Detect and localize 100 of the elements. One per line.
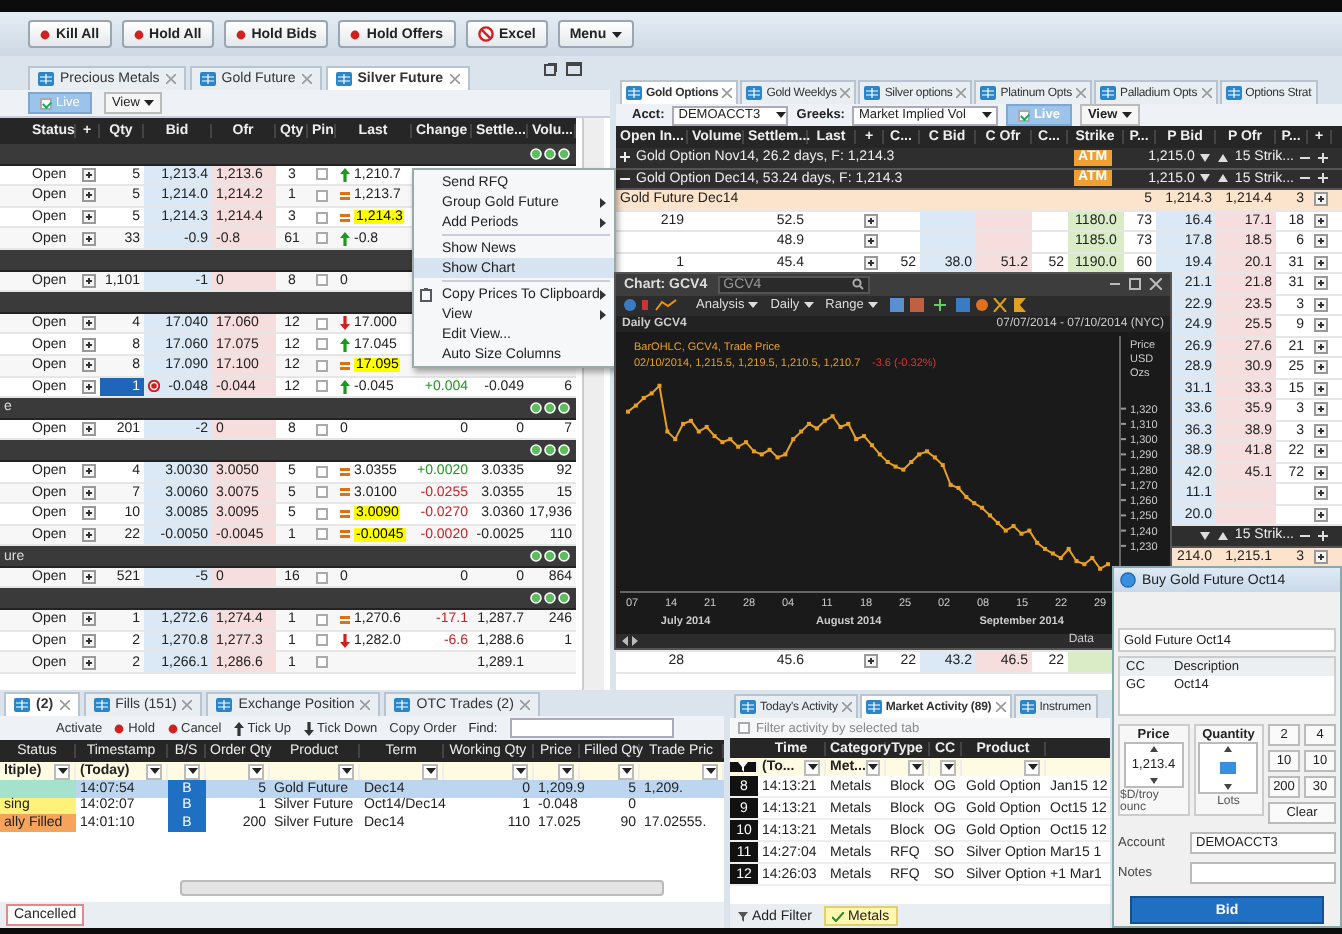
plus-icon[interactable] [1313, 486, 1327, 501]
status-dots-icon[interactable] [530, 401, 570, 414]
plus-icon[interactable] [863, 234, 877, 249]
restore-icon[interactable] [542, 62, 558, 76]
collapse-icon[interactable] [620, 173, 630, 184]
plus-icon[interactable] [1313, 339, 1327, 354]
pin-checkbox[interactable] [316, 613, 328, 626]
close-icon[interactable] [449, 74, 460, 84]
scrollbar[interactable] [180, 880, 664, 896]
plus-icon[interactable] [81, 337, 95, 352]
pin-checkbox[interactable] [316, 423, 328, 436]
plus-icon[interactable] [1313, 318, 1327, 333]
pin-checkbox[interactable] [316, 168, 328, 181]
plus-icon[interactable] [1313, 381, 1327, 396]
plus-icon[interactable] [1313, 465, 1327, 480]
pin-checkbox[interactable] [316, 338, 328, 351]
plus-icon[interactable] [81, 485, 95, 500]
find-field[interactable] [509, 718, 674, 738]
plus-icon[interactable] [81, 188, 95, 203]
plus-icon[interactable] [81, 612, 95, 627]
pin-checkbox[interactable] [316, 274, 328, 287]
plus-icon[interactable] [863, 654, 877, 669]
filter-dropdown[interactable] [146, 763, 162, 779]
plus-icon[interactable] [863, 213, 877, 228]
minus-plus-icon[interactable] [1300, 529, 1328, 542]
plus-icon[interactable] [1313, 297, 1327, 312]
plus-icon[interactable] [81, 358, 95, 373]
filter-dropdown[interactable] [338, 763, 354, 779]
funnel-icon[interactable] [738, 762, 748, 772]
pin-checkbox[interactable] [316, 232, 328, 245]
pin-checkbox[interactable] [316, 528, 328, 541]
plus-icon[interactable] [81, 316, 95, 331]
down-arrow-icon[interactable] [1224, 784, 1233, 790]
pin-checkbox[interactable] [316, 634, 328, 647]
plus-icon[interactable] [81, 506, 95, 521]
plus-icon[interactable] [1313, 402, 1327, 417]
notes-field[interactable] [1190, 862, 1336, 884]
pin-checkbox[interactable] [316, 317, 328, 330]
close-icon[interactable] [722, 88, 733, 98]
status-dots-icon[interactable] [530, 444, 570, 457]
plus-icon[interactable] [81, 422, 95, 437]
plus-icon[interactable] [81, 231, 95, 246]
status-dots-icon[interactable] [530, 147, 570, 160]
minus-plus-icon[interactable] [1300, 172, 1328, 185]
plus-icon[interactable] [81, 633, 95, 648]
plus-icon[interactable] [1313, 255, 1327, 270]
plus-icon[interactable] [1313, 192, 1327, 207]
plus-icon[interactable] [1313, 423, 1327, 438]
filter-dropdown[interactable] [804, 759, 820, 775]
down-up-arrows-icon[interactable] [1200, 151, 1229, 164]
filter-dropdown[interactable] [512, 763, 528, 779]
filter-dropdown[interactable] [865, 759, 880, 775]
pin-checkbox[interactable] [316, 507, 328, 520]
filter-dropdown[interactable] [558, 763, 574, 779]
search-icon[interactable] [851, 278, 864, 291]
plus-icon[interactable] [81, 167, 95, 182]
status-dots-icon[interactable] [530, 592, 570, 605]
filter-dropdown[interactable] [908, 759, 924, 775]
window-controls-icon[interactable] [1110, 278, 1162, 291]
pin-checkbox[interactable] [316, 571, 328, 584]
pin-checkbox[interactable] [316, 359, 328, 372]
pin-checkbox[interactable] [316, 486, 328, 499]
plus-icon[interactable] [1313, 360, 1327, 375]
plus-icon[interactable] [81, 210, 95, 225]
filter-dropdown[interactable] [184, 763, 200, 779]
quantity-value-box[interactable] [1220, 762, 1237, 774]
maximize-icon[interactable] [566, 62, 582, 76]
close-icon[interactable] [59, 700, 70, 710]
scroll-left-icon[interactable] [622, 635, 638, 646]
plus-icon[interactable] [81, 655, 95, 670]
pin-checkbox[interactable] [316, 189, 328, 202]
status-dots-icon[interactable] [530, 550, 570, 563]
filter-dropdown[interactable] [940, 759, 956, 775]
plus-icon[interactable] [81, 379, 95, 394]
down-up-arrows-icon[interactable] [1200, 172, 1229, 185]
plus-icon[interactable] [1313, 444, 1327, 459]
plus-icon[interactable] [1313, 276, 1327, 291]
pin-checkbox[interactable] [316, 656, 328, 669]
up-arrow-icon[interactable] [1224, 746, 1233, 752]
filter-dropdown[interactable] [702, 763, 718, 779]
plus-icon[interactable] [81, 527, 95, 542]
down-arrow-icon[interactable] [1149, 778, 1158, 784]
up-arrow-icon[interactable] [1149, 746, 1158, 752]
plus-icon[interactable] [1313, 507, 1327, 522]
plus-icon[interactable] [81, 570, 95, 585]
pin-checkbox[interactable] [316, 465, 328, 478]
pin-checkbox[interactable] [316, 380, 328, 393]
minus-plus-icon[interactable] [1300, 151, 1328, 164]
plus-icon[interactable] [81, 273, 95, 288]
filter-dropdown[interactable] [54, 763, 70, 779]
expand-icon[interactable] [620, 152, 630, 163]
plus-icon[interactable] [81, 464, 95, 479]
filter-checkbox[interactable] [738, 722, 750, 734]
pin-checkbox[interactable] [316, 211, 328, 224]
filter-dropdown[interactable] [618, 763, 634, 779]
filter-dropdown[interactable] [1024, 759, 1040, 775]
chart-tools-icon[interactable] [889, 298, 1030, 313]
plus-icon[interactable] [1313, 549, 1327, 564]
plus-icon[interactable] [1313, 234, 1327, 249]
plus-icon[interactable] [1313, 213, 1327, 228]
